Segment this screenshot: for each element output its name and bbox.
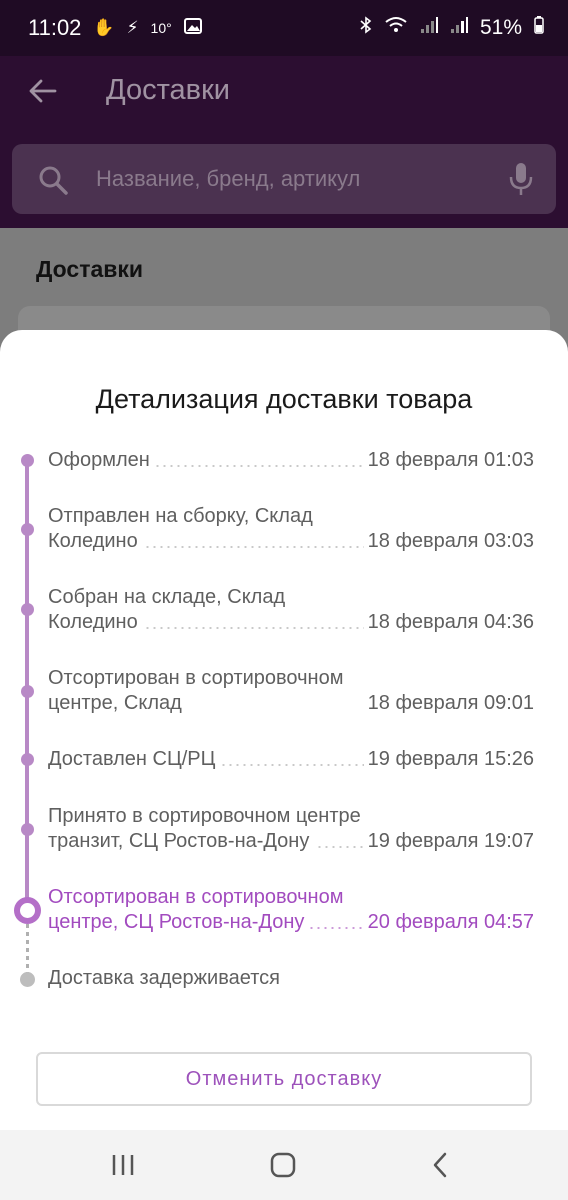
event-date: 19 февраля 15:26 <box>367 748 534 770</box>
microphone-icon[interactable] <box>508 162 534 196</box>
sheet-title: Детализация доставки товара <box>95 384 473 414</box>
timeline-dot-pending <box>20 972 35 987</box>
event-date: 18 февраля 09:01 <box>367 692 534 714</box>
timeline-event: Отправлен на сборку, Склад Коледино 18 ф… <box>48 504 534 554</box>
signal-icon <box>420 16 438 40</box>
event-name: Доставка задерживается <box>48 967 280 989</box>
dotted-leader <box>316 846 364 848</box>
timeline-event: Принято в сортировочном центре транзит, … <box>48 804 534 854</box>
header-title: Доставки <box>106 74 230 106</box>
battery-icon <box>534 16 544 40</box>
timeline-event: Доставлен СЦ/РЦ 19 февраля 15:26 <box>48 747 534 772</box>
chevron-left-icon <box>433 1152 447 1178</box>
event-name: Оформлен <box>48 449 150 471</box>
event-date: 19 февраля 19:07 <box>367 830 534 852</box>
timeline-event-current: Отсортирован в сортировочном центре, СЦ … <box>48 885 534 935</box>
back-nav-button[interactable] <box>426 1150 456 1180</box>
event-date: 18 февраля 04:36 <box>367 611 534 633</box>
timeline-dot <box>21 685 34 698</box>
battery-level: 51% <box>479 16 522 39</box>
timeline-event: Отсортирован в сортировочном центре, Скл… <box>48 666 534 716</box>
search-input[interactable]: Название, бренд, артикул <box>12 144 556 214</box>
recent-apps-icon <box>112 1155 134 1175</box>
home-icon <box>270 1152 296 1178</box>
delivery-details-sheet: Детализация доставки товара Оформлен 18 … <box>0 330 568 1130</box>
search-placeholder: Название, бренд, артикул <box>96 166 361 191</box>
timeline-event: Собран на складе, Склад Коледино 18 февр… <box>48 585 534 635</box>
timeline-dotted-line <box>26 924 29 976</box>
home-button[interactable] <box>268 1150 298 1180</box>
event-name: Доставлен СЦ/РЦ <box>48 748 216 770</box>
event-name: Отсортирован в сортировочном центре, Скл… <box>48 667 344 714</box>
dotted-leader <box>144 627 364 629</box>
bolt-icon: ⚡ <box>126 18 139 37</box>
clock: 11:02 <box>28 15 82 40</box>
timeline-dot <box>21 523 34 536</box>
gesture-icon: ✋ <box>93 18 115 37</box>
timeline-dot <box>21 603 34 616</box>
wifi-icon <box>384 16 408 40</box>
system-nav-bar <box>0 1130 568 1200</box>
dotted-leader <box>144 546 364 548</box>
timeline-dot-current <box>14 897 41 924</box>
timeline-event: Оформлен 18 февраля 01:03 <box>48 448 534 473</box>
app-header: Доставки Название, бренд, артикул <box>0 56 568 228</box>
arrow-left-icon <box>29 79 57 103</box>
status-bar: 11:02 ✋ ⚡ 10° 51% <box>0 0 568 56</box>
dotted-leader <box>308 927 364 929</box>
cancel-delivery-button[interactable]: Отменить доставку <box>36 1052 532 1106</box>
dotted-leader <box>220 764 364 766</box>
timeline-dot <box>21 454 34 467</box>
timeline-event-pending: Доставка задерживается <box>48 966 534 991</box>
page-title: Доставки <box>36 256 144 282</box>
bluetooth-icon <box>360 16 372 40</box>
temperature: 10° <box>150 20 172 36</box>
timeline-dot <box>21 823 34 836</box>
event-date: 18 февраля 01:03 <box>367 449 534 471</box>
signal-icon-2 <box>450 16 468 40</box>
recent-apps-button[interactable] <box>108 1150 138 1180</box>
dotted-leader <box>154 465 364 467</box>
event-date: 20 февраля 04:57 <box>367 911 534 933</box>
event-date: 18 февраля 03:03 <box>367 530 534 552</box>
gallery-icon <box>183 16 202 40</box>
timeline-dot <box>21 753 34 766</box>
search-icon <box>38 165 68 195</box>
back-button[interactable] <box>28 76 58 106</box>
